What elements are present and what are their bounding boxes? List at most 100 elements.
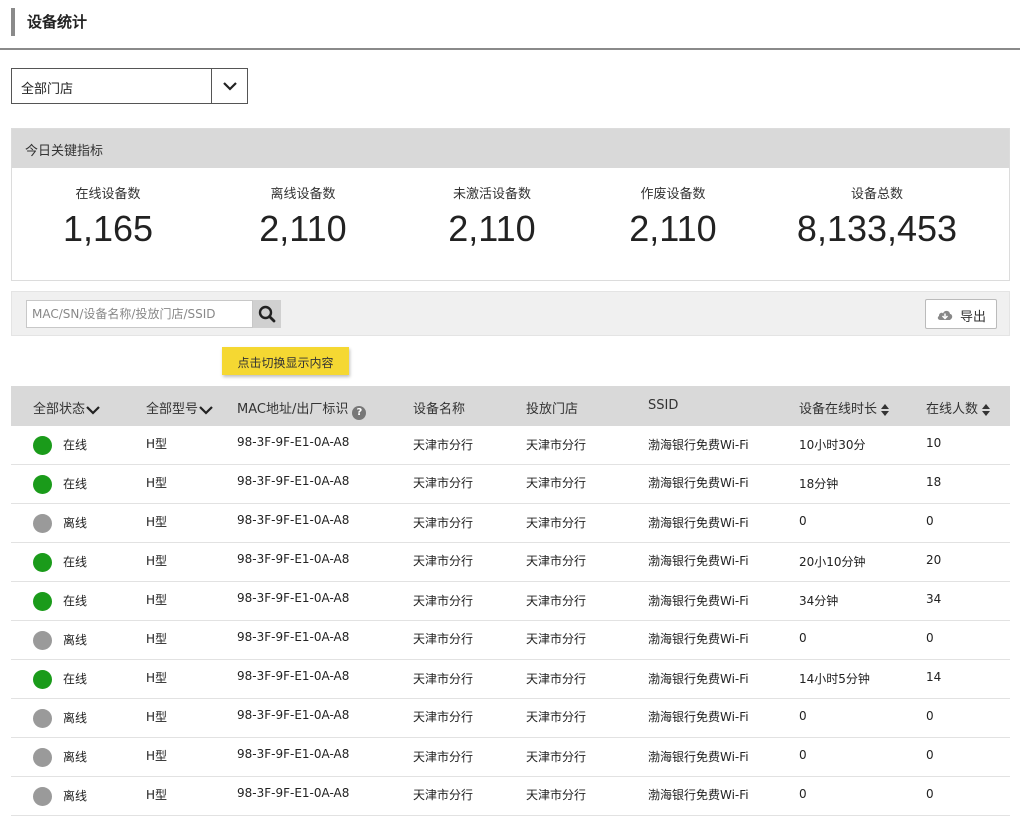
export-button[interactable]: 导出 <box>925 299 997 329</box>
users-cell: 10 <box>926 436 942 450</box>
store-select-value: 全部门店 <box>21 82 74 97</box>
title-accent-bar <box>11 8 15 36</box>
ssid-cell: 渤海银行免费Wi-Fi <box>648 672 749 686</box>
status-text: 在线 <box>63 438 88 452</box>
model-filter-label: 全部型号 <box>146 402 199 417</box>
table-body: 在线 H型 98-3F-9F-E1-0A-A8 天津市分行 天津市分行 渤海银行免费Wi-… <box>11 426 1010 816</box>
model-cell: H型 <box>146 671 168 685</box>
table-row[interactable]: 离线 H型 98-3F-9F-E1-0A-A8 天津市分行 天津市分行 渤海银行免费Wi-… <box>11 621 1010 660</box>
status-filter[interactable]: 全部状态 <box>33 398 101 417</box>
name-cell: 天津市分行 <box>413 788 474 802</box>
store-cell: 天津市分行 <box>526 750 587 764</box>
duration-cell: 10小时30分 <box>799 438 866 452</box>
status-text: 在线 <box>63 672 88 686</box>
name-cell: 天津市分行 <box>413 672 474 686</box>
store-cell: 天津市分行 <box>526 788 587 802</box>
kpi-label: 未激活设备数 <box>452 187 531 202</box>
duration-header-label: 设备在线时长 <box>799 402 878 417</box>
mac-cell: 98-3F-9F-E1-0A-A8 <box>237 513 350 527</box>
ssid-cell: 渤海银行免费Wi-Fi <box>648 476 749 490</box>
sort-icon <box>982 403 991 416</box>
page-title: 设备统计 <box>27 13 88 31</box>
kpi-label: 离线设备数 <box>270 187 336 202</box>
duration-sort[interactable]: 设备在线时长 <box>799 398 890 417</box>
model-cell: H型 <box>146 593 168 607</box>
store-cell: 天津市分行 <box>526 438 587 452</box>
offline-status-icon <box>33 787 52 806</box>
table-header: 全部状态 全部型号 MAC地址/出厂标识? 设备名称 投放门店 SSID 设备在… <box>11 386 1010 426</box>
users-cell: 34 <box>926 592 942 606</box>
model-cell: H型 <box>146 632 168 646</box>
mac-cell: 98-3F-9F-E1-0A-A8 <box>237 552 350 566</box>
kpi-value: 2,110 <box>259 208 347 249</box>
name-cell: 天津市分行 <box>413 516 474 530</box>
users-sort[interactable]: 在线人数 <box>926 398 991 417</box>
status-filter-label: 全部状态 <box>33 402 86 417</box>
duration-cell: 0 <box>799 787 807 801</box>
ssid-cell: 渤海银行免费Wi-Fi <box>648 438 749 452</box>
search-input[interactable] <box>26 300 253 328</box>
table-row[interactable]: 离线 H型 98-3F-9F-E1-0A-A8 天津市分行 天津市分行 渤海银行免费Wi-… <box>11 738 1010 777</box>
mac-header: MAC地址/出厂标识? <box>237 398 367 420</box>
table-row[interactable]: 在线 H型 98-3F-9F-E1-0A-A8 天津市分行 天津市分行 渤海银行免费Wi-… <box>11 543 1010 582</box>
kpi-value: 8,133,453 <box>796 208 958 249</box>
ssid-cell: 渤海银行免费Wi-Fi <box>648 632 749 646</box>
duration-cell: 34分钟 <box>799 594 839 608</box>
store-header: 投放门店 <box>526 402 579 417</box>
mac-cell: 98-3F-9F-E1-0A-A8 <box>237 630 350 644</box>
table-row[interactable]: 离线 H型 98-3F-9F-E1-0A-A8 天津市分行 天津市分行 渤海银行免费Wi-… <box>11 504 1010 543</box>
mac-header-label: MAC地址/出厂标识 <box>237 402 349 417</box>
offline-status-icon <box>33 748 52 767</box>
name-header: 设备名称 <box>413 402 466 417</box>
online-status-icon <box>33 553 52 572</box>
users-cell: 0 <box>926 631 934 645</box>
mac-cell: 98-3F-9F-E1-0A-A8 <box>237 435 350 449</box>
table-row[interactable]: 在线 H型 98-3F-9F-E1-0A-A8 天津市分行 天津市分行 渤海银行免费Wi-… <box>11 582 1010 621</box>
ssid-cell: 渤海银行免费Wi-Fi <box>648 594 749 608</box>
chevron-down-icon <box>199 405 213 415</box>
store-cell: 天津市分行 <box>526 554 587 568</box>
store-cell: 天津市分行 <box>526 710 587 724</box>
model-cell: H型 <box>146 437 168 451</box>
ssid-cell: 渤海银行免费Wi-Fi <box>648 554 749 568</box>
mac-cell: 98-3F-9F-E1-0A-A8 <box>237 474 350 488</box>
store-cell: 天津市分行 <box>526 632 587 646</box>
model-cell: H型 <box>146 788 168 802</box>
status-text: 离线 <box>63 633 88 647</box>
model-cell: H型 <box>146 710 168 724</box>
name-cell: 天津市分行 <box>413 476 474 490</box>
store-select-toggle[interactable] <box>211 69 247 103</box>
chevron-down-icon <box>223 82 237 91</box>
duration-cell: 0 <box>799 631 807 645</box>
table-row[interactable]: 离线 H型 98-3F-9F-E1-0A-A8 天津市分行 天津市分行 渤海银行免费Wi-… <box>11 699 1010 738</box>
search-button[interactable] <box>253 300 281 328</box>
status-text: 在线 <box>63 594 88 608</box>
store-cell: 天津市分行 <box>526 516 587 530</box>
online-status-icon <box>33 436 52 455</box>
duration-cell: 14小时5分钟 <box>799 672 870 686</box>
ssid-header: SSID <box>648 398 679 413</box>
kpi-header: 今日关键指标 <box>12 129 1009 168</box>
table-row[interactable]: 在线 H型 98-3F-9F-E1-0A-A8 天津市分行 天津市分行 渤海银行免费Wi-… <box>11 660 1010 699</box>
toggle-hint-tooltip: 点击切换显示内容 <box>222 347 349 375</box>
offline-status-icon <box>33 709 52 728</box>
export-label: 导出 <box>960 309 987 324</box>
store-select[interactable]: 全部门店 <box>11 68 248 104</box>
kpi-label: 在线设备数 <box>75 187 141 202</box>
online-status-icon <box>33 592 52 611</box>
name-cell: 天津市分行 <box>413 632 474 646</box>
store-cell: 天津市分行 <box>526 476 587 490</box>
mac-cell: 98-3F-9F-E1-0A-A8 <box>237 591 350 605</box>
table-row[interactable]: 离线 H型 98-3F-9F-E1-0A-A8 天津市分行 天津市分行 渤海银行免费Wi-… <box>11 777 1010 816</box>
page-header: 设备统计 <box>0 0 1020 50</box>
table-row[interactable]: 在线 H型 98-3F-9F-E1-0A-A8 天津市分行 天津市分行 渤海银行免费Wi-… <box>11 465 1010 504</box>
model-cell: H型 <box>146 749 168 763</box>
model-cell: H型 <box>146 554 168 568</box>
help-icon[interactable]: ? <box>352 406 367 420</box>
cloud-download-icon <box>937 310 953 320</box>
status-text: 在线 <box>63 477 88 491</box>
search-icon <box>258 305 276 323</box>
table-row[interactable]: 在线 H型 98-3F-9F-E1-0A-A8 天津市分行 天津市分行 渤海银行免费Wi-… <box>11 426 1010 465</box>
status-text: 离线 <box>63 789 88 803</box>
model-filter[interactable]: 全部型号 <box>146 398 214 417</box>
